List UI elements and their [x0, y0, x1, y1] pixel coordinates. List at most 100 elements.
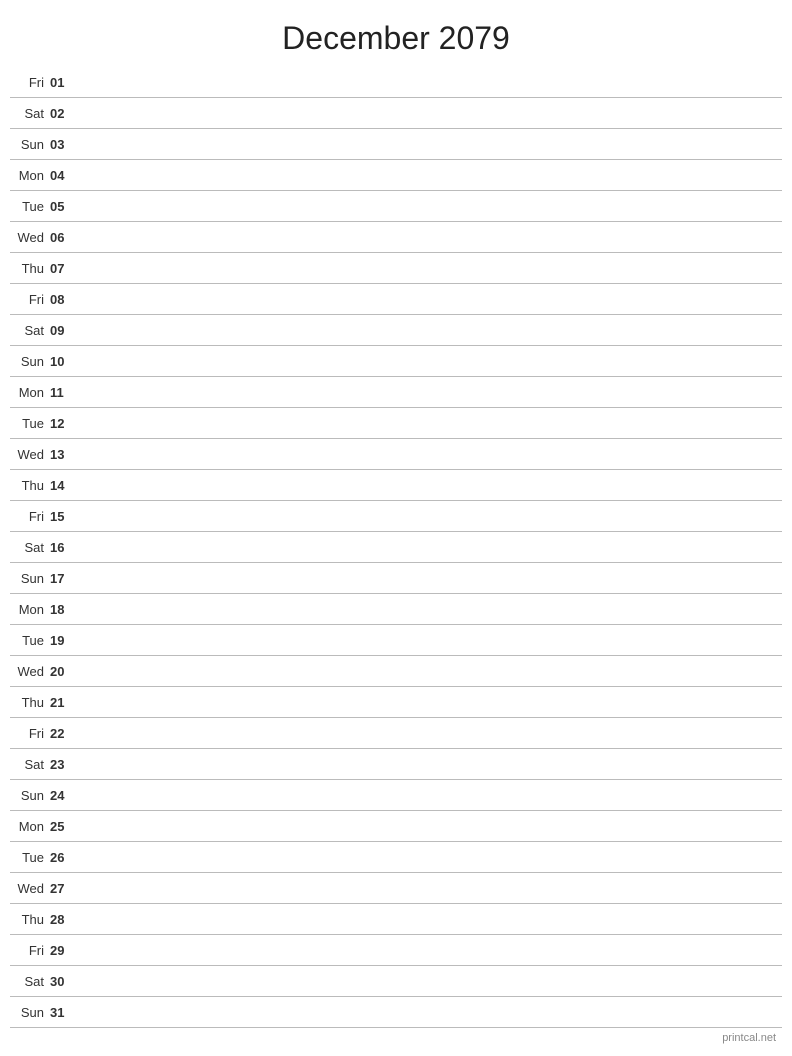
day-number: 05	[50, 199, 78, 214]
day-line	[78, 144, 782, 145]
day-line	[78, 299, 782, 300]
day-name: Sat	[10, 540, 50, 555]
day-row: Sun10	[10, 346, 782, 377]
day-number: 17	[50, 571, 78, 586]
day-row: Sun24	[10, 780, 782, 811]
day-name: Tue	[10, 199, 50, 214]
day-line	[78, 206, 782, 207]
day-name: Sun	[10, 137, 50, 152]
day-number: 03	[50, 137, 78, 152]
day-number: 13	[50, 447, 78, 462]
day-name: Mon	[10, 819, 50, 834]
day-name: Fri	[10, 292, 50, 307]
day-number: 16	[50, 540, 78, 555]
day-number: 15	[50, 509, 78, 524]
day-line	[78, 578, 782, 579]
day-number: 25	[50, 819, 78, 834]
day-row: Tue12	[10, 408, 782, 439]
day-line	[78, 671, 782, 672]
day-line	[78, 857, 782, 858]
day-number: 02	[50, 106, 78, 121]
day-name: Sun	[10, 354, 50, 369]
day-line	[78, 733, 782, 734]
day-line	[78, 547, 782, 548]
day-name: Mon	[10, 168, 50, 183]
day-row: Mon25	[10, 811, 782, 842]
day-row: Thu07	[10, 253, 782, 284]
day-line	[78, 485, 782, 486]
day-name: Wed	[10, 447, 50, 462]
day-name: Sat	[10, 106, 50, 121]
day-number: 04	[50, 168, 78, 183]
day-name: Fri	[10, 509, 50, 524]
day-number: 08	[50, 292, 78, 307]
day-row: Mon04	[10, 160, 782, 191]
day-row: Mon11	[10, 377, 782, 408]
day-name: Fri	[10, 726, 50, 741]
day-row: Fri08	[10, 284, 782, 315]
day-number: 19	[50, 633, 78, 648]
day-number: 23	[50, 757, 78, 772]
day-row: Fri22	[10, 718, 782, 749]
day-line	[78, 640, 782, 641]
day-number: 20	[50, 664, 78, 679]
day-line	[78, 423, 782, 424]
day-number: 22	[50, 726, 78, 741]
day-line	[78, 113, 782, 114]
day-name: Sun	[10, 788, 50, 803]
day-name: Wed	[10, 881, 50, 896]
day-number: 24	[50, 788, 78, 803]
day-number: 14	[50, 478, 78, 493]
day-number: 30	[50, 974, 78, 989]
day-row: Sat02	[10, 98, 782, 129]
day-row: Fri15	[10, 501, 782, 532]
day-row: Thu14	[10, 470, 782, 501]
day-name: Thu	[10, 695, 50, 710]
day-name: Tue	[10, 850, 50, 865]
day-line	[78, 981, 782, 982]
day-line	[78, 361, 782, 362]
day-number: 27	[50, 881, 78, 896]
day-name: Thu	[10, 261, 50, 276]
day-row: Thu21	[10, 687, 782, 718]
day-name: Mon	[10, 602, 50, 617]
footer-text: printcal.net	[722, 1032, 776, 1044]
day-line	[78, 888, 782, 889]
day-number: 26	[50, 850, 78, 865]
day-row: Wed27	[10, 873, 782, 904]
day-name: Sun	[10, 571, 50, 586]
day-number: 09	[50, 323, 78, 338]
day-number: 10	[50, 354, 78, 369]
day-line	[78, 516, 782, 517]
day-row: Fri01	[10, 67, 782, 98]
day-row: Wed13	[10, 439, 782, 470]
calendar-container: Fri01Sat02Sun03Mon04Tue05Wed06Thu07Fri08…	[0, 67, 792, 1028]
day-name: Mon	[10, 385, 50, 400]
day-line	[78, 609, 782, 610]
day-line	[78, 702, 782, 703]
day-number: 28	[50, 912, 78, 927]
day-row: Sun17	[10, 563, 782, 594]
day-line	[78, 268, 782, 269]
day-row: Mon18	[10, 594, 782, 625]
day-line	[78, 1012, 782, 1013]
day-name: Sat	[10, 757, 50, 772]
day-row: Sun31	[10, 997, 782, 1028]
day-number: 18	[50, 602, 78, 617]
day-name: Sat	[10, 974, 50, 989]
day-row: Sat16	[10, 532, 782, 563]
day-line	[78, 82, 782, 83]
day-row: Sat30	[10, 966, 782, 997]
page-title: December 2079	[0, 0, 792, 67]
day-row: Tue19	[10, 625, 782, 656]
day-name: Fri	[10, 943, 50, 958]
day-name: Sat	[10, 323, 50, 338]
day-line	[78, 454, 782, 455]
day-row: Tue26	[10, 842, 782, 873]
day-name: Thu	[10, 912, 50, 927]
day-number: 31	[50, 1005, 78, 1020]
day-line	[78, 237, 782, 238]
day-name: Sun	[10, 1005, 50, 1020]
day-number: 06	[50, 230, 78, 245]
day-number: 12	[50, 416, 78, 431]
